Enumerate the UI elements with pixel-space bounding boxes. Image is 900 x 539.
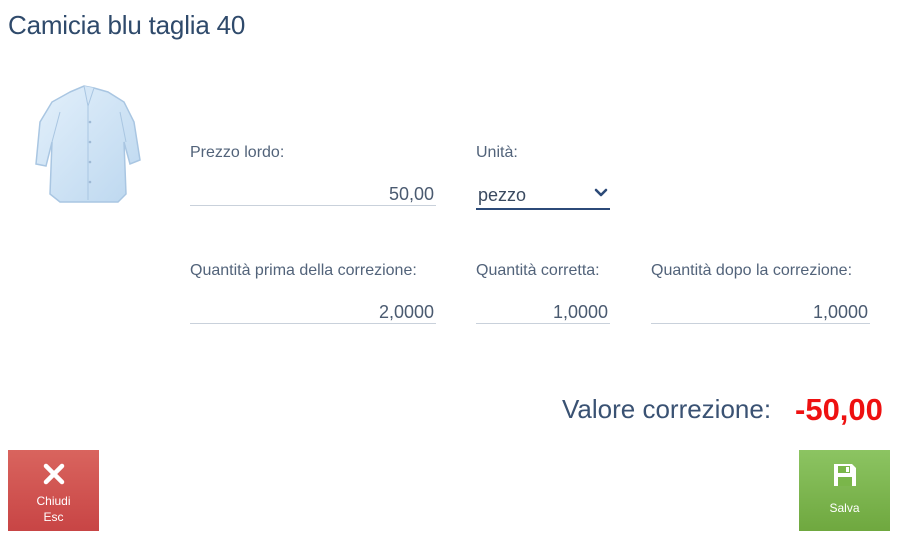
qty-after-underline bbox=[651, 323, 870, 324]
correction-value: -50,00 bbox=[795, 392, 883, 427]
qty-corrected-label: Quantità corretta: bbox=[476, 262, 600, 279]
qty-before-underline bbox=[190, 323, 436, 324]
qty-corrected-underline bbox=[476, 323, 610, 324]
gross-price-value[interactable]: 50,00 bbox=[190, 184, 436, 205]
qty-after-field[interactable]: Quantità dopo la correzione: 1,0000 bbox=[651, 262, 870, 326]
unit-select-value: pezzo bbox=[478, 185, 527, 205]
gross-price-label: Prezzo lordo: bbox=[190, 144, 285, 161]
page-title: Camicia blu taglia 40 bbox=[8, 10, 246, 40]
close-button-shortcut: Esc bbox=[43, 510, 64, 524]
close-button-label: Chiudi bbox=[36, 494, 71, 508]
qty-after-label: Quantità dopo la correzione: bbox=[651, 262, 853, 279]
unit-label: Unità: bbox=[476, 144, 518, 161]
save-icon bbox=[833, 464, 856, 486]
qty-corrected-field[interactable]: Quantità corretta: 1,0000 bbox=[476, 262, 610, 326]
qty-before-field[interactable]: Quantità prima della correzione: 2,0000 bbox=[190, 262, 436, 326]
qty-corrected-value[interactable]: 1,0000 bbox=[476, 302, 610, 323]
qty-after-value[interactable]: 1,0000 bbox=[651, 302, 870, 323]
unit-select[interactable]: pezzo bbox=[476, 182, 610, 210]
correction-value-label: Valore correzione: bbox=[562, 394, 772, 424]
gross-price-underline bbox=[190, 205, 436, 206]
shirt-image bbox=[35, 85, 141, 203]
chevron-down-icon bbox=[594, 188, 608, 197]
save-button[interactable]: Salva bbox=[799, 450, 890, 531]
close-button[interactable]: Chiudi Esc bbox=[8, 450, 99, 531]
unit-field: Unità: pezzo bbox=[476, 144, 610, 210]
qty-before-label: Quantità prima della correzione: bbox=[190, 262, 417, 279]
qty-before-value[interactable]: 2,0000 bbox=[190, 302, 436, 323]
close-icon bbox=[43, 463, 64, 485]
gross-price-field[interactable]: Prezzo lordo: 50,00 bbox=[190, 144, 436, 208]
save-button-label: Salva bbox=[829, 501, 860, 515]
